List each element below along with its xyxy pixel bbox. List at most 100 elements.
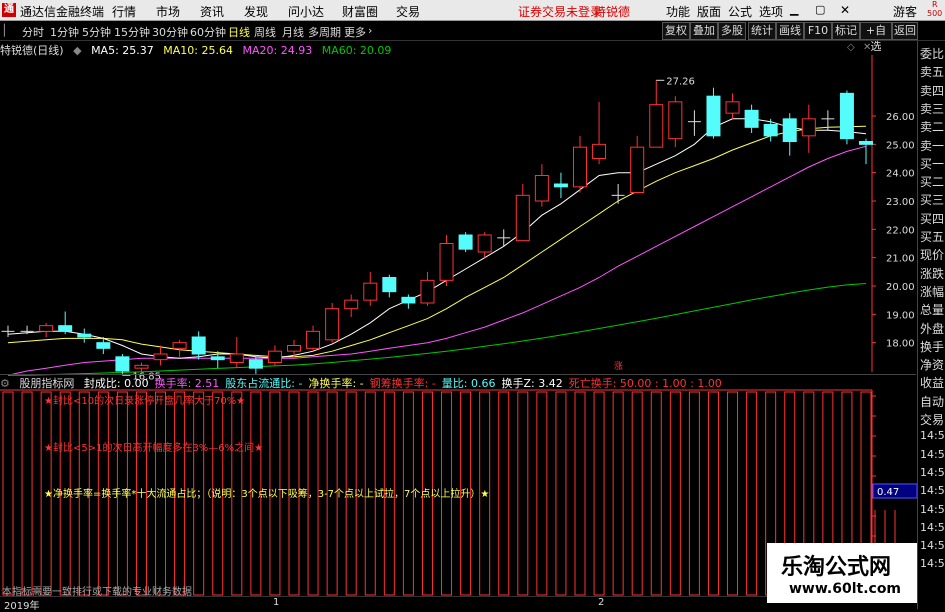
candle[interactable] (248, 356, 263, 374)
candle[interactable] (515, 184, 530, 242)
menu-quotes[interactable]: 行情 (112, 3, 136, 20)
candle[interactable] (191, 331, 206, 360)
side-panel-label-10[interactable]: 买五 (920, 228, 944, 245)
side-panel-label-26[interactable]: 14:5 (920, 521, 945, 534)
side-panel-label-12[interactable]: 涨跌 (920, 265, 944, 282)
side-panel-label-27[interactable]: 14:5 (920, 539, 945, 552)
period-tab-30min[interactable]: 30分钟 (152, 24, 188, 40)
side-panel-label-25[interactable]: 14:5 (920, 503, 945, 516)
candle[interactable] (611, 184, 625, 204)
side-panel-label-19[interactable]: 自动 (920, 393, 944, 410)
candle[interactable] (649, 80, 664, 148)
add-watchlist-button[interactable]: +自选 (860, 22, 892, 53)
side-panel-label-5[interactable]: 卖一 (920, 137, 944, 154)
side-panel-label-6[interactable]: 买一 (920, 155, 944, 172)
candle[interactable] (573, 135, 587, 193)
period-tab-more[interactable]: 更多 (344, 24, 366, 40)
candle[interactable] (801, 104, 816, 153)
draw-line-button[interactable]: 画线 (776, 22, 804, 40)
menu-discover[interactable]: 发现 (244, 3, 268, 20)
period-tab-5min[interactable]: 5分钟 (82, 24, 111, 40)
login-status[interactable]: 证券交易未登录 (518, 3, 602, 20)
candle[interactable] (687, 110, 701, 136)
candle[interactable] (534, 164, 549, 207)
side-panel-label-1[interactable]: 卖五 (920, 63, 944, 80)
side-panel-label-4[interactable]: 卖二 (920, 118, 944, 135)
period-tab-weekly[interactable]: 周线 (254, 24, 276, 40)
candle[interactable] (229, 337, 244, 369)
side-panel-label-22[interactable]: 14:5 (920, 448, 945, 461)
kline-chart[interactable]: 26.00 25.00 24.00 23.00 22.00 21.00 20.00 19.00… (0, 55, 917, 596)
candle[interactable] (763, 118, 778, 142)
candle[interactable] (458, 232, 473, 252)
candle[interactable] (439, 235, 454, 286)
candle[interactable] (39, 322, 54, 337)
candle[interactable] (306, 325, 321, 352)
side-panel-label-2[interactable]: 卖四 (920, 82, 944, 99)
candle[interactable] (553, 172, 568, 199)
candle[interactable] (725, 93, 740, 119)
candle[interactable] (382, 274, 397, 298)
candle[interactable] (630, 135, 645, 193)
statistics-button[interactable]: 统计 (748, 22, 776, 40)
menu-market[interactable]: 市场 (156, 3, 180, 20)
candle[interactable] (782, 113, 797, 156)
menu-ask[interactable]: 问小达 (288, 3, 324, 20)
candle[interactable] (325, 303, 340, 343)
candle[interactable] (668, 96, 683, 148)
chart-close-icon[interactable]: ✕ (863, 42, 871, 53)
candle[interactable] (477, 232, 492, 258)
candle[interactable] (58, 311, 73, 335)
side-panel-label-14[interactable]: 总量 (920, 301, 944, 318)
back-button[interactable]: 返回 (892, 22, 918, 40)
candle[interactable] (172, 339, 187, 357)
side-panel-label-8[interactable]: 买三 (920, 191, 944, 208)
menu-formula[interactable]: 公式 (728, 3, 752, 20)
menu-news[interactable]: 资讯 (200, 3, 224, 20)
menu-trade[interactable]: 交易 (396, 3, 420, 20)
side-panel-label-11[interactable]: 现价 (920, 246, 944, 263)
quote-side-panel[interactable]: 委比 卖五 卖四 卖三 卖二 卖一 买一 买二 买三 买四 买五 现价 涨跌 涨幅 总量 外盘 换手 净资 收益 自动… (917, 41, 945, 609)
candle[interactable] (344, 294, 359, 318)
menu-layout[interactable]: 版面 (697, 3, 721, 20)
overlay-button[interactable]: 叠加 (690, 22, 718, 40)
candle[interactable] (1, 325, 15, 337)
period-tab-1min[interactable]: 1分钟 (50, 24, 79, 40)
candle[interactable] (153, 345, 168, 366)
side-panel-label-28[interactable]: 14:5 (920, 557, 945, 570)
minimize-icon[interactable]: ▁ (790, 3, 798, 16)
side-panel-label-23[interactable]: 14:5 (920, 466, 945, 479)
menu-options[interactable]: 选项 (759, 3, 783, 20)
restore-rights-button[interactable]: 复权 (662, 22, 690, 40)
chart-option-icon[interactable]: ◇ (847, 42, 855, 53)
side-panel-label-0[interactable]: 委比 (920, 45, 944, 62)
f10-button[interactable]: F10 (804, 22, 832, 40)
side-panel-label-18[interactable]: 收益 (920, 374, 944, 391)
period-tab-15min[interactable]: 15分钟 (114, 24, 150, 40)
side-panel-label-13[interactable]: 涨幅 (920, 283, 944, 300)
candle[interactable] (497, 229, 511, 247)
indicator-gear-icon[interactable]: ⚙ (0, 377, 10, 390)
candle[interactable] (859, 138, 873, 165)
candle[interactable] (96, 337, 111, 354)
candle[interactable] (77, 328, 92, 343)
side-panel-label-3[interactable]: 卖三 (920, 100, 944, 117)
multi-stock-button[interactable]: 多股 (718, 22, 746, 40)
mark-button[interactable]: 标记 (832, 22, 860, 40)
candle[interactable] (267, 345, 282, 366)
candle[interactable] (706, 87, 721, 139)
candle[interactable] (592, 101, 607, 165)
candle[interactable] (420, 271, 435, 306)
side-panel-label-24[interactable]: 14:5 (920, 484, 945, 497)
candle[interactable] (363, 271, 378, 306)
menu-function[interactable]: 功能 (666, 3, 690, 20)
side-panel-label-17[interactable]: 净资 (920, 356, 944, 373)
side-panel-label-16[interactable]: 换手 (920, 338, 944, 355)
period-tab-60min[interactable]: 60分钟 (190, 24, 226, 40)
period-tab-timeshare[interactable]: 分时 (22, 24, 44, 40)
maximize-icon[interactable]: ▢ (815, 3, 825, 16)
more-chevron-icon[interactable]: › (368, 24, 372, 37)
side-panel-label-9[interactable]: 买四 (920, 210, 944, 227)
candle[interactable] (839, 90, 854, 145)
close-icon[interactable]: ✕ (840, 3, 850, 17)
